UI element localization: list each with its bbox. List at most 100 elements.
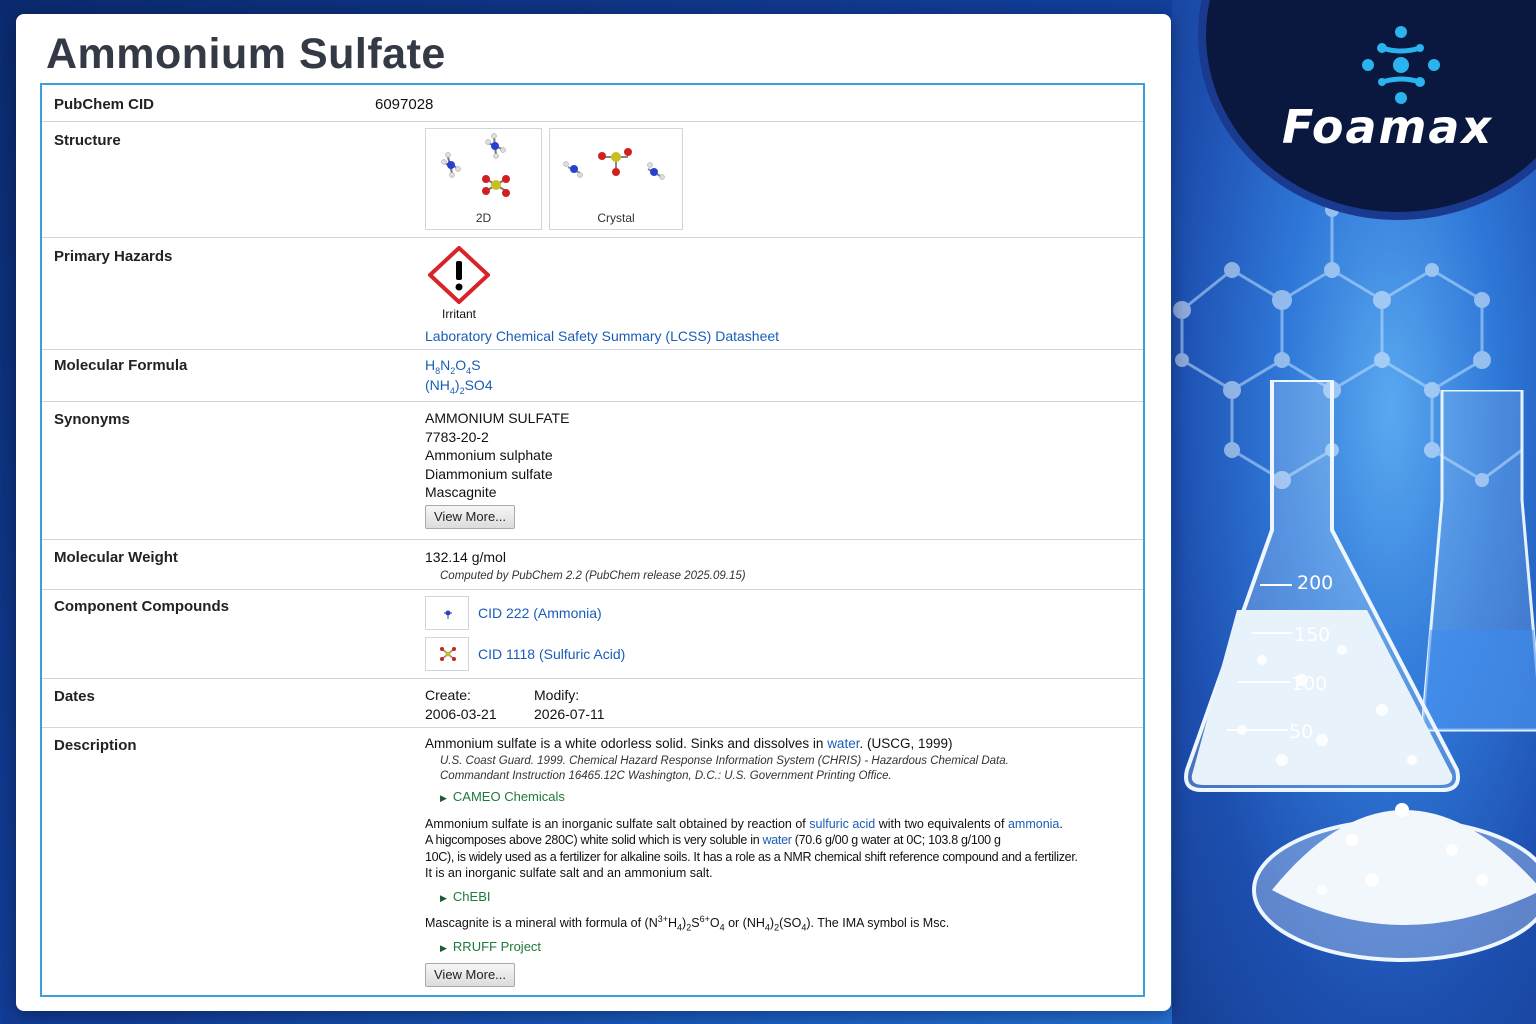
chebi-line-2: A higcomposes above 280C) white solid wh… <box>425 832 1131 848</box>
ammonia-molecule-icon <box>444 610 452 619</box>
row-primary-hazards: Primary Hazards Irritant Laboratory Chem… <box>42 238 1143 350</box>
description-paragraph-rruff: Mascagnite is a mineral with formula of … <box>425 914 949 933</box>
structure-crystal-caption: Crystal <box>597 211 635 225</box>
formula-part: (NH <box>425 377 450 393</box>
flask-graduation-200: 200 <box>1297 572 1334 594</box>
molecule-crystal-icon <box>563 148 665 180</box>
description-text: (SO <box>779 916 802 931</box>
row-pubchem-cid: PubChem CID 6097028 <box>42 85 1143 122</box>
source-rruff-label: RRUFF Project <box>452 939 542 954</box>
page-title: Ammonium Sulfate <box>46 30 446 78</box>
synonym-item: Diammonium sulfate <box>425 465 553 482</box>
synonyms-view-more-button[interactable]: View More... <box>425 505 516 529</box>
sulfuric-acid-structure-thumbnail[interactable] <box>425 637 469 671</box>
ammonia-link[interactable]: ammonia <box>1008 817 1059 831</box>
foamax-logo-icon <box>1362 26 1440 104</box>
synonyms-list: AMMONIUM SULFATE 7783-20-2 Ammonium sulp… <box>425 409 569 502</box>
row-label-structure: Structure <box>54 132 121 149</box>
compound-info-table: PubChem CID 6097028 Structure 2D Crystal… <box>40 83 1145 997</box>
description-text: (70.6 g/00 g water at 0C; <box>791 833 929 848</box>
row-label-hazards: Primary Hazards <box>54 248 173 265</box>
molecular-formula-link[interactable]: H8N2O4S <box>425 357 481 376</box>
row-label-weight: Molecular Weight <box>54 549 178 566</box>
row-structure: Structure 2D Crystal <box>42 122 1143 238</box>
formula-element-s: S <box>471 357 481 373</box>
expand-triangle-icon: ▶ <box>440 893 447 903</box>
sulfuric-acid-molecule-icon <box>440 647 456 661</box>
description-text: 103.8 g/100 g <box>928 833 1001 848</box>
description-text: O <box>709 916 720 931</box>
component-link-sulfuric-acid[interactable]: CID 1118 (Sulfuric Acid) <box>478 646 625 662</box>
chebi-line-1: Ammonium sulfate is an inorganic sulfate… <box>425 816 1131 832</box>
structure-2d-caption: 2D <box>475 211 492 225</box>
source-rruff-project[interactable]: ▶ RRUFF Project <box>440 939 541 954</box>
synonym-item: AMMONIUM SULFATE <box>425 410 570 426</box>
condensed-formula-link[interactable]: (NH4)2SO4 <box>425 377 493 396</box>
description-text: Mascagnite is a mineral with formula of … <box>425 916 658 931</box>
description-text: H <box>668 916 678 931</box>
cameo-reference-line-2: Commandant Instruction 16465.12C Washing… <box>440 770 892 782</box>
chebi-line-3: 10C), is widely used as a fertilizer for… <box>425 849 1078 864</box>
cid-value: 6097028 <box>375 96 434 113</box>
row-description: Description Ammonium sulfate is a white … <box>42 728 1143 996</box>
lcss-datasheet-link[interactable]: Laboratory Chemical Safety Summary (LCSS… <box>425 328 779 344</box>
water-link-2[interactable]: water <box>763 833 792 847</box>
expand-triangle-icon: ▶ <box>440 943 447 953</box>
ammonia-structure-thumbnail[interactable] <box>425 596 469 630</box>
description-text: with two equivalents of <box>875 817 1008 831</box>
description-text: Ammonium sulfate is a white odorless sol… <box>425 736 828 751</box>
sulfuric-acid-link[interactable]: sulfuric acid <box>809 817 875 831</box>
component-link-ammonia[interactable]: CID 222 (Ammonia) <box>478 605 602 621</box>
molecular-weight-value: 132.14 g/mol <box>425 549 506 565</box>
description-text: A higcomposes above 280C) white solid wh… <box>425 833 763 848</box>
chebi-line-4: It is an inorganic sulfate salt and an a… <box>425 865 713 880</box>
description-text: Ammonium sulfate is an inorganic sulfate… <box>425 817 810 831</box>
synonym-item: 7783-20-2 <box>425 428 489 445</box>
formula-element-n: N <box>440 357 451 373</box>
row-label-synonyms: Synonyms <box>54 411 130 428</box>
source-cameo-label: CAMEO Chemicals <box>452 789 565 804</box>
flask-graduation-100: 100 <box>1291 673 1328 695</box>
brand-name: Foamax <box>1282 100 1494 154</box>
ghs-exclamation-hazard-icon[interactable] <box>428 246 490 304</box>
description-view-more-button[interactable]: View More... <box>425 963 516 987</box>
structure-crystal-thumbnail[interactable]: Crystal <box>549 128 683 230</box>
row-label-description: Description <box>54 737 137 754</box>
row-synonyms: Synonyms AMMONIUM SULFATE 7783-20-2 Ammo… <box>42 402 1143 540</box>
row-label-dates: Dates <box>54 688 95 705</box>
row-label-components: Component Compounds <box>54 598 229 615</box>
source-chebi[interactable]: ▶ ChEBI <box>440 889 491 904</box>
molecular-weight-source-note: Computed by PubChem 2.2 (PubChem release… <box>440 570 746 582</box>
water-link[interactable]: water <box>827 736 859 751</box>
description-paragraph-cameo: Ammonium sulfate is a white odorless sol… <box>425 736 953 751</box>
description-text: . <box>1059 817 1063 831</box>
modify-date-value: 2026-07-11 <box>534 706 605 722</box>
row-component-compounds: Component Compounds CID 222 (Ammonia) CI… <box>42 590 1143 679</box>
synonym-item: Mascagnite <box>425 484 497 500</box>
flask-graduation-150: 150 <box>1294 624 1331 646</box>
row-label-formula: Molecular Formula <box>54 357 188 374</box>
formula-element-h: H <box>425 357 436 373</box>
molecule-2d-icon <box>441 133 510 197</box>
synonym-item: Ammonium sulphate <box>425 447 553 463</box>
structure-2d-thumbnail[interactable]: 2D <box>425 128 542 230</box>
formula-superscript: 6+ <box>699 914 710 924</box>
description-text: . (USCG, 1999) <box>859 736 953 751</box>
expand-triangle-icon: ▶ <box>440 793 447 803</box>
row-label-cid: PubChem CID <box>54 96 155 113</box>
description-text: S <box>691 916 700 931</box>
formula-superscript: 3+ <box>657 914 668 924</box>
row-molecular-weight: Molecular Weight 132.14 g/mol Computed b… <box>42 540 1143 590</box>
source-cameo-chemicals[interactable]: ▶ CAMEO Chemicals <box>440 789 565 804</box>
description-text: ). The IMA symbol is Msc. <box>806 916 950 931</box>
formula-element-o: O <box>455 357 467 373</box>
description-paragraph-chebi: Ammonium sulfate is an inorganic sulfate… <box>425 816 1131 881</box>
row-molecular-formula: Molecular Formula H8N2O4S (NH4)2SO4 <box>42 350 1143 402</box>
source-chebi-label: ChEBI <box>452 889 491 904</box>
hazard-pictogram-label: Irritant <box>442 307 477 321</box>
row-dates: Dates Create: 2006-03-21 Modify: 2026-07… <box>42 679 1143 728</box>
compound-summary-card: Ammonium Sulfate PubChem CID 6097028 Str… <box>16 14 1171 1011</box>
cameo-reference-line-1: U.S. Coast Guard. 1999. Chemical Hazard … <box>440 755 1009 767</box>
create-date-label: Create: <box>425 687 471 703</box>
formula-part: SO4 <box>464 377 493 393</box>
